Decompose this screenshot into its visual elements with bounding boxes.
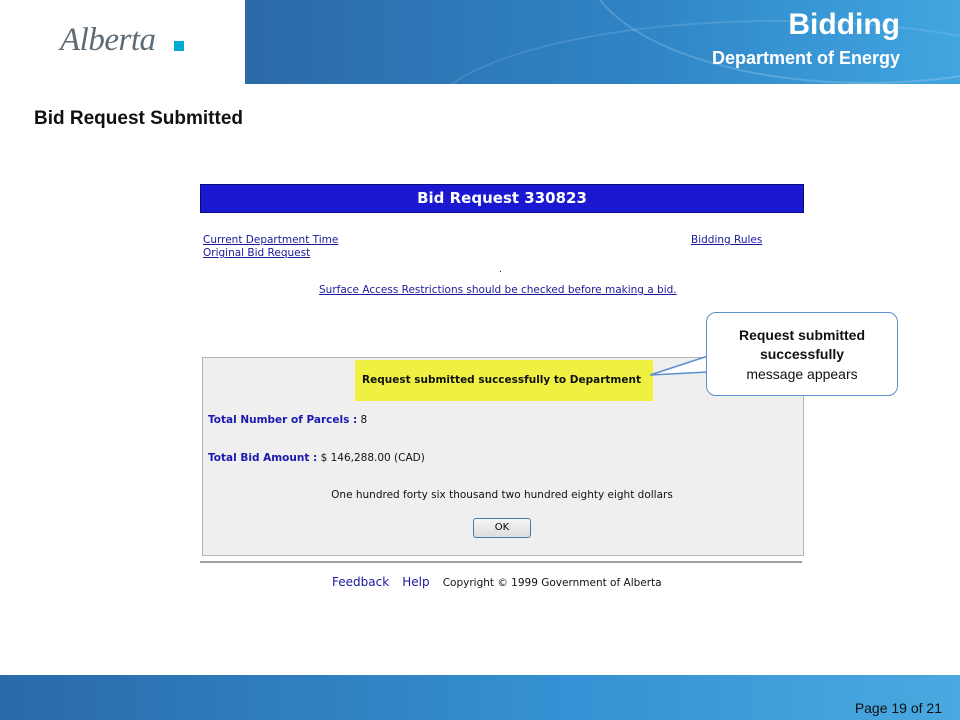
banner-subtitle: Department of Energy <box>711 48 900 68</box>
original-bid-request-link[interactable]: Original Bid Request <box>203 247 310 259</box>
page-number: Page 19 of 21 <box>854 700 942 716</box>
total-parcels-value: 8 <box>360 414 368 426</box>
bottom-bar <box>0 675 960 720</box>
footer-divider <box>200 561 802 563</box>
banner-title: Bidding <box>788 8 900 41</box>
title-banner: Bidding Department of Energy <box>245 0 960 84</box>
annotation-callout: Request submitted successfully message a… <box>706 312 898 396</box>
header: Alberta Bidding Department of Energy <box>0 0 960 84</box>
page-title: Bid Request Submitted <box>34 108 244 129</box>
total-bid-label: Total Bid Amount : <box>208 452 318 464</box>
copyright-text: Copyright © 1999 Government of Alberta <box>442 577 662 589</box>
bidding-rules-link[interactable]: Bidding Rules <box>691 234 762 246</box>
feedback-link[interactable]: Feedback <box>332 575 389 589</box>
total-parcels-label: Total Number of Parcels : <box>208 414 358 426</box>
alberta-logo-text: Alberta <box>60 22 156 58</box>
alberta-logo: Alberta <box>0 0 245 84</box>
amount-in-words: One hundred forty six thousand two hundr… <box>331 489 673 501</box>
callout-line-2: successfully <box>759 346 845 362</box>
total-parcels-row: Total Number of Parcels : 8 <box>208 414 367 426</box>
callout-line-1: Request submitted <box>738 327 865 343</box>
ok-button[interactable]: OK <box>473 518 531 538</box>
total-bid-row: Total Bid Amount : $ 146,288.00 (CAD) <box>208 452 425 464</box>
callout-line-3: message appears <box>746 366 858 382</box>
surface-access-restrictions-link[interactable]: Surface Access Restrictions should be ch… <box>319 284 677 296</box>
logo-square-icon <box>174 41 184 51</box>
footer: Feedback Help Copyright © 1999 Governmen… <box>332 571 662 590</box>
bid-request-title-bar: Bid Request 330823 <box>200 184 804 213</box>
current-department-time-link[interactable]: Current Department Time <box>203 234 338 246</box>
separator-dot: . <box>499 264 502 275</box>
success-message: Request submitted successfully to Depart… <box>355 360 653 401</box>
help-link[interactable]: Help <box>402 575 429 589</box>
total-bid-value: $ 146,288.00 (CAD) <box>320 452 425 464</box>
